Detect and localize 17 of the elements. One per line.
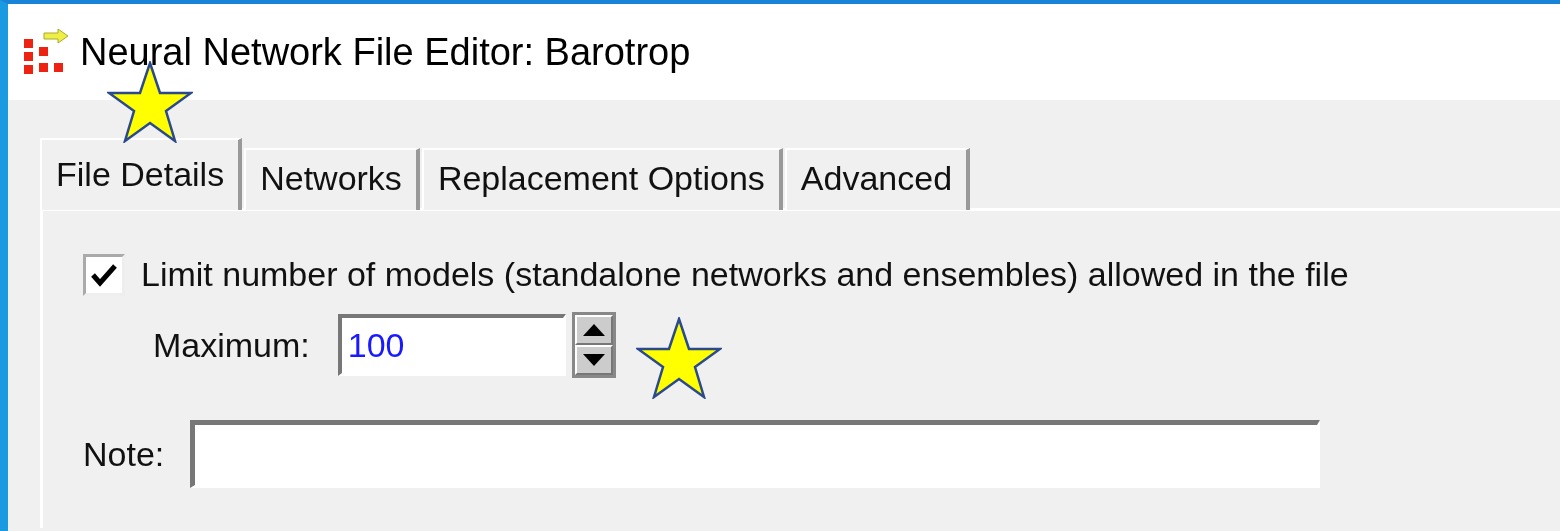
tab[interactable]: Networks bbox=[244, 148, 420, 210]
up-arrow-icon bbox=[582, 324, 605, 336]
window-title: Neural Network File Editor: Barotrop bbox=[80, 29, 691, 75]
field-label: Note: bbox=[83, 433, 165, 475]
spin-up-button[interactable] bbox=[574, 315, 613, 345]
star-icon bbox=[636, 317, 722, 399]
tab[interactable]: Replacement Options bbox=[421, 148, 783, 210]
field-label: Maximum: bbox=[153, 324, 310, 366]
check-icon bbox=[90, 262, 118, 287]
note-field[interactable] bbox=[190, 420, 1321, 488]
tab[interactable]: File Details bbox=[40, 138, 243, 210]
down-arrow-icon bbox=[582, 354, 605, 366]
checkbox[interactable] bbox=[83, 253, 125, 296]
tab[interactable]: Advanced bbox=[784, 148, 971, 210]
number-field[interactable]: 100 bbox=[337, 314, 566, 376]
spin-down-button[interactable] bbox=[574, 345, 613, 375]
checkbox-label: Limit number of models (standalone networks and ensembles) allowed in the file bbox=[141, 254, 1349, 295]
